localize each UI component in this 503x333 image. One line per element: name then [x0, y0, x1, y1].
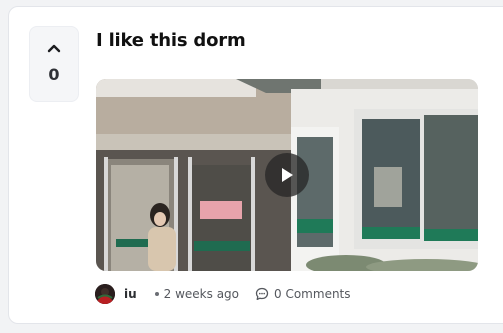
comments-count: 0 Comments — [274, 287, 351, 301]
comment-bubble-icon — [255, 287, 269, 301]
author-name[interactable]: iu — [124, 287, 137, 301]
play-icon — [282, 168, 293, 182]
vote-box: 0 — [29, 26, 79, 102]
play-button[interactable] — [265, 153, 309, 197]
avatar[interactable] — [95, 284, 115, 304]
comments-link[interactable]: 0 Comments — [255, 287, 351, 301]
separator-dot — [154, 292, 159, 296]
post-meta: iu 2 weeks ago 0 Comments — [95, 283, 351, 305]
video-thumbnail[interactable] — [96, 79, 478, 271]
post-time: 2 weeks ago — [163, 287, 240, 301]
vote-count: 0 — [48, 65, 60, 84]
post-title[interactable]: I like this dorm — [96, 30, 246, 51]
chevron-up-icon — [47, 44, 61, 53]
upvote-button[interactable] — [42, 37, 66, 59]
